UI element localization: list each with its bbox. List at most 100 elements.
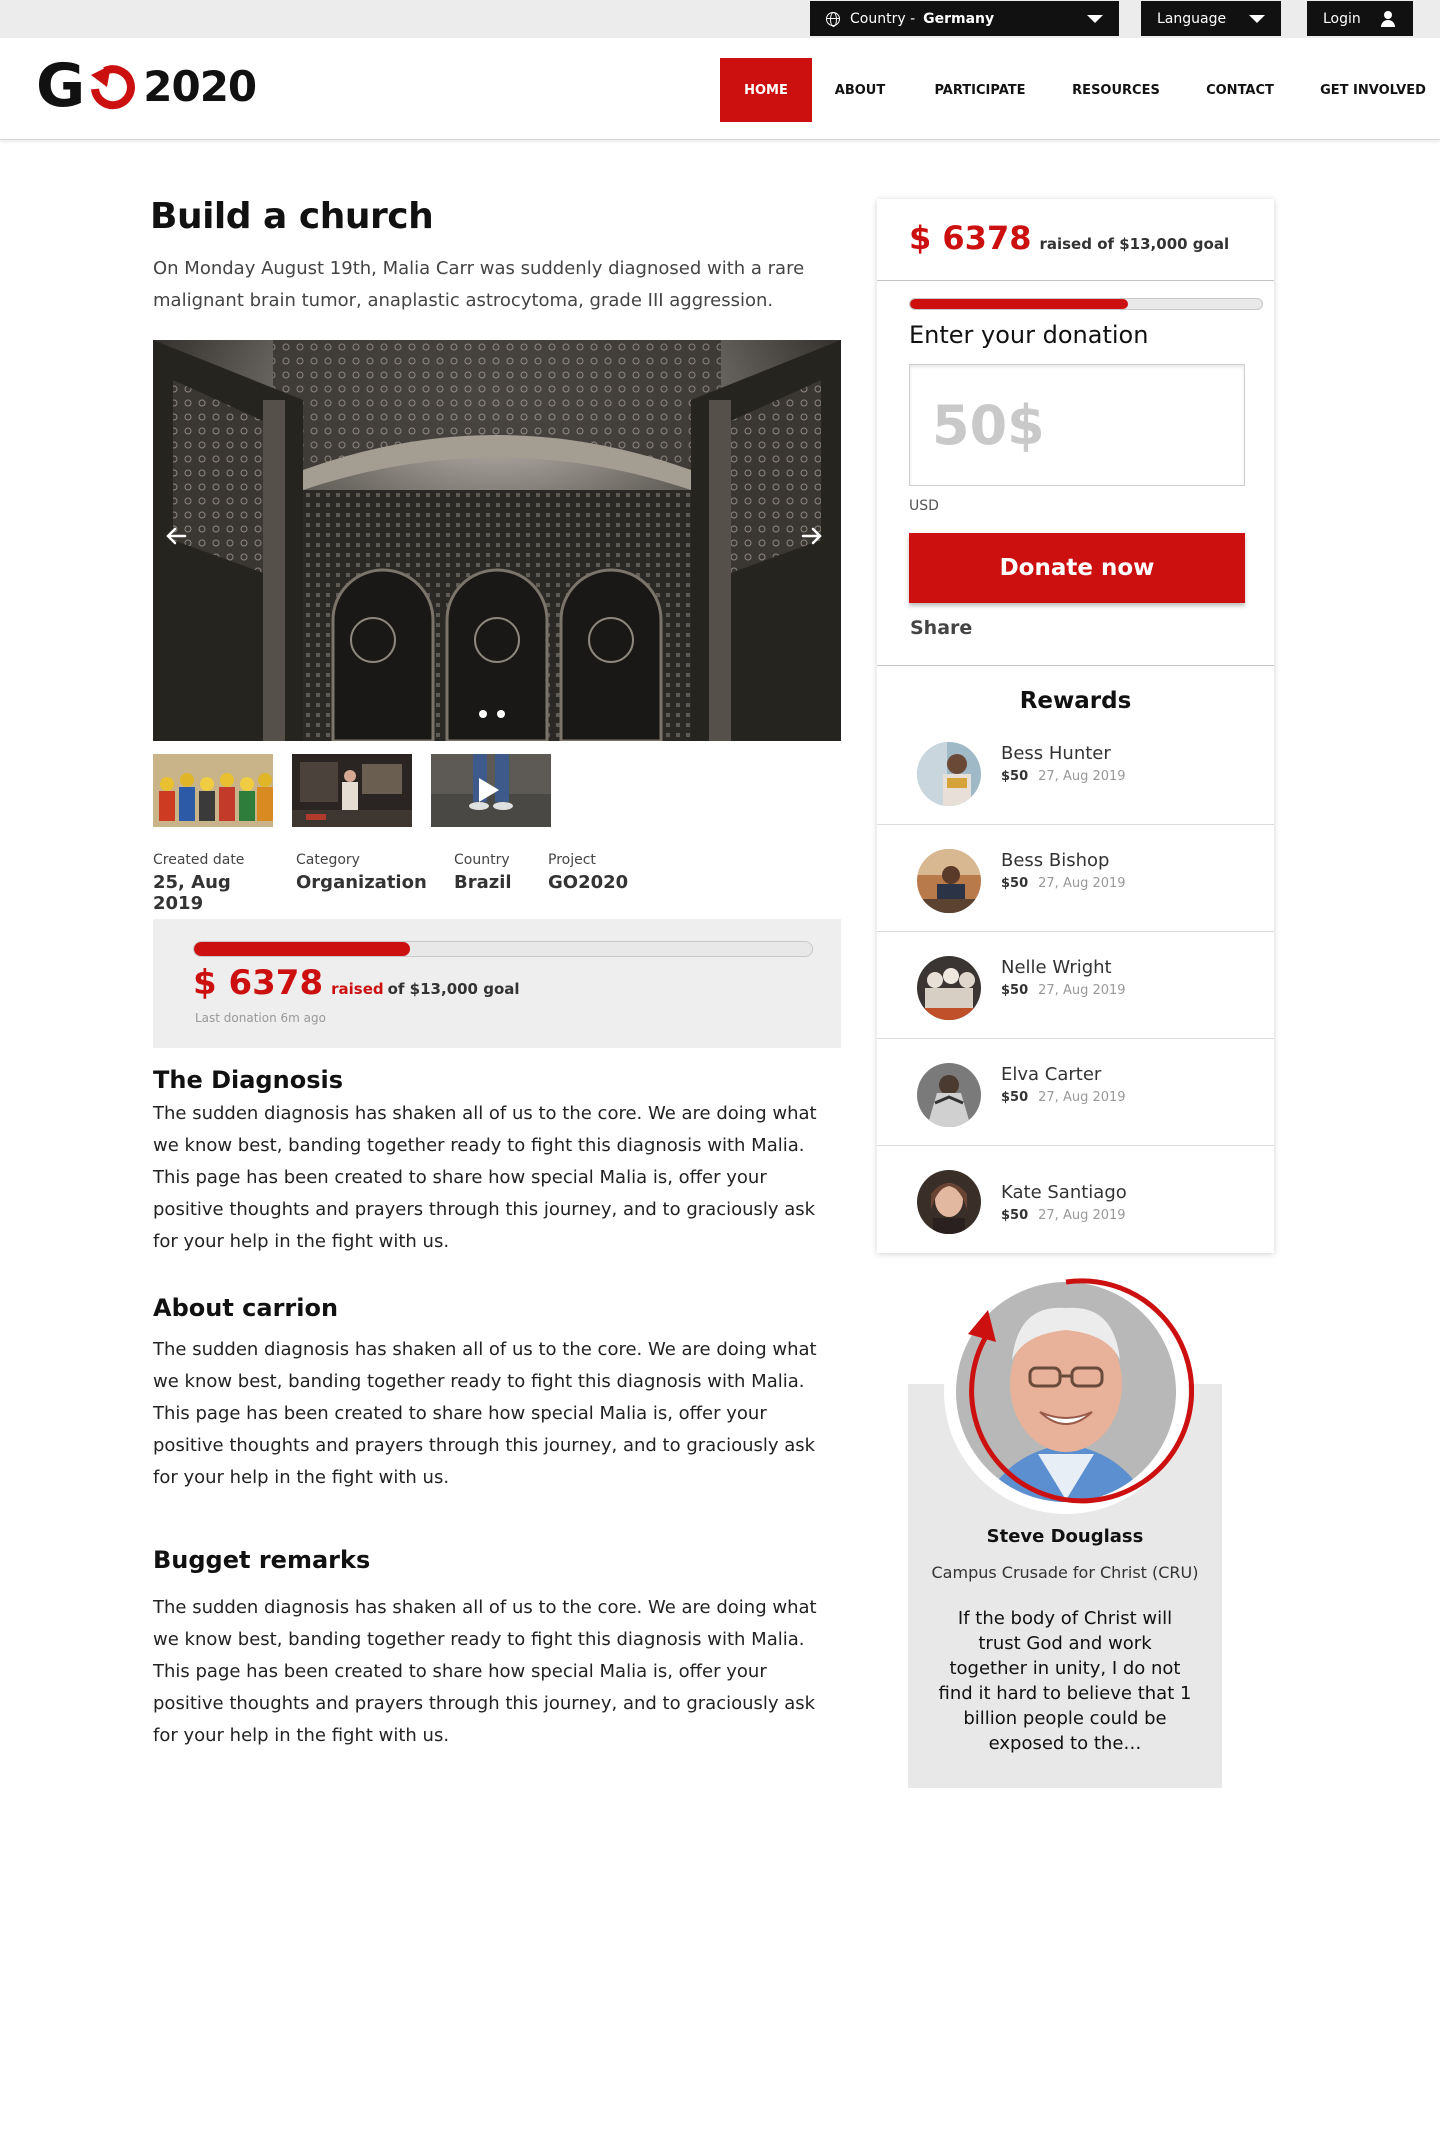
rewards-title: Rewards	[1019, 688, 1132, 714]
share-link[interactable]: Share	[910, 617, 972, 639]
donate-now-button[interactable]: Donate now	[909, 533, 1245, 603]
reward-item[interactable]: Bess Hunter $50 27, Aug 2019	[877, 718, 1274, 825]
globe-icon	[826, 11, 840, 27]
project-meta: Created date 25, Aug 2019 Category Organ…	[153, 852, 676, 914]
card-raised-summary: $ 6378 raised of $13,000 goal	[909, 219, 1229, 257]
nav-resources[interactable]: RESOURCES	[1052, 58, 1180, 122]
logo-year: 2020	[143, 61, 257, 111]
divider	[877, 280, 1274, 281]
avatar	[917, 1170, 981, 1234]
reward-meta: $50 27, Aug 2019	[1001, 983, 1126, 998]
meta-value: GO2020	[548, 872, 629, 893]
reward-name: Nelle Wright	[1001, 957, 1112, 978]
card-progress-bar	[909, 298, 1263, 310]
avatar	[917, 956, 981, 1020]
meta-created-date: Created date 25, Aug 2019	[153, 852, 268, 914]
user-icon	[1381, 11, 1395, 27]
section-heading-diagnosis: The Diagnosis	[153, 1066, 343, 1094]
nav-contact[interactable]: CONTACT	[1180, 58, 1300, 122]
thumbnail-video[interactable]	[431, 754, 551, 827]
raised-amount: $ 6378	[193, 963, 324, 1003]
meta-label: Project	[548, 852, 596, 868]
reward-meta: $50 27, Aug 2019	[1001, 1090, 1126, 1105]
project-intro: On Monday August 19th, Malia Carr was su…	[153, 258, 805, 311]
progress-fill	[910, 299, 1129, 309]
thumbnail-room[interactable]	[292, 754, 412, 827]
funding-progress-bar	[193, 941, 813, 957]
chevron-down-icon	[1087, 15, 1103, 23]
reward-date: 27, Aug 2019	[1038, 769, 1126, 784]
country-value: Germany	[923, 10, 995, 27]
reward-item[interactable]: Elva Carter $50 27, Aug 2019	[877, 1039, 1274, 1146]
reward-meta: $50 27, Aug 2019	[1001, 876, 1126, 891]
meta-value: 25, Aug 2019	[153, 872, 231, 914]
slider-dot[interactable]	[479, 710, 487, 718]
progress-fill	[194, 942, 411, 956]
donation-amount-input[interactable]	[909, 364, 1245, 486]
enter-donation-label: Enter your donation	[909, 321, 1149, 349]
slider-dot[interactable]	[497, 710, 505, 718]
church-interior-image	[153, 340, 841, 741]
reward-meta: $50 27, Aug 2019	[1001, 769, 1126, 784]
reward-date: 27, Aug 2019	[1038, 983, 1126, 998]
goal-text: of $13,000 goal	[387, 980, 520, 998]
reward-date: 27, Aug 2019	[1038, 1208, 1126, 1223]
nav-home[interactable]: HOME	[720, 58, 812, 122]
meta-project: Project GO2020	[548, 852, 648, 914]
reward-meta: $50 27, Aug 2019	[1001, 1208, 1126, 1223]
meta-value: Organization	[296, 872, 427, 893]
nav-participate[interactable]: PARTICIPATE	[908, 58, 1052, 122]
logo-arrow-circle-icon	[91, 65, 136, 110]
arrow-right-icon[interactable]	[795, 520, 827, 552]
slider-dots	[479, 710, 505, 718]
testimonial-portrait	[944, 1270, 1194, 1514]
reward-item[interactable]: Nelle Wright $50 27, Aug 2019	[877, 932, 1274, 1039]
meta-category: Category Organization	[296, 852, 427, 914]
main-nav: HOME ABOUT PARTICIPATE RESOURCES CONTACT…	[720, 58, 1440, 122]
reward-name: Bess Hunter	[1001, 743, 1111, 764]
section-heading-budget: Bugget remarks	[153, 1546, 371, 1574]
play-icon[interactable]	[479, 778, 499, 802]
reward-amount: $50	[1001, 876, 1029, 891]
reward-item[interactable]: Bess Bishop $50 27, Aug 2019	[877, 825, 1274, 932]
card-goal-text: raised of $13,000 goal	[1039, 235, 1230, 253]
reward-name: Elva Carter	[1001, 1064, 1102, 1085]
section-heading-about: About carrion	[153, 1294, 339, 1322]
reward-amount: $50	[1001, 983, 1029, 998]
meta-label: Created date	[153, 852, 245, 868]
avatar	[917, 1063, 981, 1127]
last-donation: Last donation 6m ago	[195, 1011, 326, 1025]
reward-amount: $50	[1001, 1208, 1029, 1223]
country-selector[interactable]: Country - Germany	[810, 1, 1119, 36]
raised-word: raised	[331, 980, 384, 998]
thumbnail-figures[interactable]	[153, 754, 273, 827]
reward-item[interactable]: Kate Santiago $50 27, Aug 2019	[877, 1146, 1274, 1253]
image-slider[interactable]	[153, 340, 841, 741]
thumbnail-strip	[153, 754, 551, 827]
arrow-left-icon[interactable]	[161, 520, 193, 552]
language-label: Language	[1157, 10, 1227, 27]
go2020-logo[interactable]: G 2020	[36, 51, 257, 121]
top-utility-bar: Country - Germany Language Login	[0, 0, 1440, 38]
login-button[interactable]: Login	[1307, 1, 1413, 36]
card-raised-amount: $ 6378	[909, 219, 1032, 257]
login-label: Login	[1323, 10, 1361, 27]
meta-label: Country	[454, 852, 510, 868]
nav-about[interactable]: ABOUT	[812, 58, 908, 122]
reward-amount: $50	[1001, 1090, 1029, 1105]
section-body-budget: The sudden diagnosis has shaken all of u…	[153, 1597, 817, 1746]
reward-date: 27, Aug 2019	[1038, 1090, 1126, 1105]
meta-label: Category	[296, 852, 360, 868]
reward-name: Kate Santiago	[1001, 1182, 1127, 1203]
nav-get-involved[interactable]: GET INVOLVED	[1300, 58, 1440, 122]
reward-date: 27, Aug 2019	[1038, 876, 1126, 891]
avatar	[917, 742, 981, 806]
logo-letter: G	[36, 51, 85, 121]
page-title: Build a church	[150, 196, 434, 237]
donation-card: $ 6378 raised of $13,000 goal Enter your…	[877, 199, 1274, 1253]
section-body-about: The sudden diagnosis has shaken all of u…	[153, 1339, 817, 1488]
reward-amount: $50	[1001, 769, 1029, 784]
language-selector[interactable]: Language	[1141, 1, 1281, 36]
raised-summary: $ 6378 raised of $13,000 goal	[193, 963, 520, 1003]
site-header: G 2020 HOME ABOUT PARTICIPATE RESOURCES …	[0, 38, 1440, 140]
